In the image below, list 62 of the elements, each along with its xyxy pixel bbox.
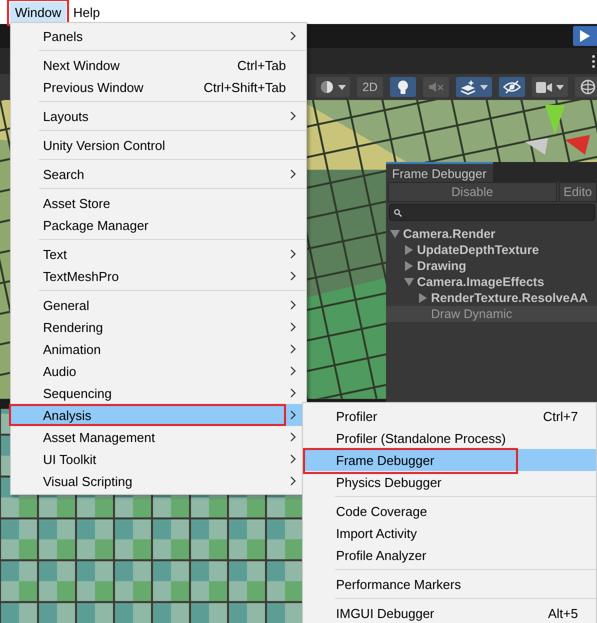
menu-item[interactable]: Import Activity (303, 522, 596, 544)
play-button[interactable] (573, 26, 597, 46)
muted-speaker-icon (428, 81, 444, 93)
shortcut-label: Ctrl+7 (542, 408, 578, 424)
lighting-toggle[interactable] (390, 77, 416, 97)
menu-item[interactable]: Frame Debugger (303, 449, 596, 471)
menu-item[interactable]: Package Manager (11, 214, 306, 236)
shortcut-label: Alt+5 (548, 606, 578, 620)
editor-button[interactable]: Edito (558, 182, 597, 202)
menu-item[interactable]: Asset Store (11, 192, 306, 214)
tree-row[interactable]: UpdateDepthTexture (386, 242, 597, 258)
menu-item[interactable]: Physics Debugger (303, 471, 596, 493)
visibility-toggle[interactable] (499, 77, 525, 97)
menu-item[interactable]: Code Coverage (303, 500, 596, 522)
menu-item[interactable]: Unity Version Control (11, 134, 306, 156)
search-field[interactable] (389, 204, 595, 221)
gizmos-dropdown[interactable] (575, 77, 597, 97)
tree-row[interactable]: RenderTexture.ResolveAA (386, 290, 597, 306)
effects-dropdown[interactable] (456, 77, 492, 97)
tree-row[interactable]: Camera.ImageEffects (386, 274, 597, 290)
menu-bar-item[interactable]: Help (68, 2, 105, 22)
light-bulb-icon (397, 80, 409, 94)
menu-item[interactable]: Text (11, 243, 306, 265)
caret-icon (480, 84, 488, 90)
menu-item[interactable]: Profile Analyzer (303, 544, 596, 566)
menu-item[interactable]: Profiler (Standalone Process) (303, 427, 596, 449)
menu-item[interactable]: UI Toolkit (11, 448, 306, 470)
shading-dropdown[interactable] (316, 77, 350, 97)
camera-dropdown[interactable] (532, 77, 568, 97)
menu-item[interactable]: Previous Window Ctrl+Shift+Tab (11, 76, 306, 98)
menu-item[interactable]: Asset Management (11, 426, 306, 448)
more-options-icon (592, 54, 595, 68)
caret-icon (338, 84, 346, 90)
menu-item[interactable]: General (11, 294, 306, 316)
menu-item[interactable]: IMGUI Debugger Alt+5 (303, 602, 596, 623)
menu-item[interactable]: Visual Scripting (11, 470, 306, 492)
panel-tab[interactable]: Frame Debugger (386, 162, 492, 182)
audio-toggle[interactable] (423, 77, 449, 97)
menu-item[interactable]: Panels (11, 25, 306, 47)
menu-item[interactable]: TextMeshPro (11, 265, 306, 287)
shortcut-label: Ctrl+Shift+Tab (204, 80, 286, 94)
layers-icon (460, 80, 476, 94)
menu-item[interactable]: Layouts (11, 105, 306, 127)
mode-2d-button[interactable]: 2D (357, 77, 383, 97)
menu-item[interactable]: Search (11, 163, 306, 185)
tree-row[interactable]: Camera.Render (386, 226, 597, 242)
tree-row[interactable]: Drawing (386, 258, 597, 274)
video-camera-icon (536, 82, 552, 92)
globe-icon (580, 79, 596, 95)
sphere-icon (320, 80, 334, 94)
menu-item[interactable]: Performance Markers (303, 573, 596, 595)
menu-item[interactable]: Profiler Ctrl+7 (303, 405, 596, 427)
menu-item[interactable]: Audio (11, 360, 306, 382)
menu-item[interactable]: Animation (11, 338, 306, 360)
search-icon (394, 208, 402, 216)
hidden-eye-icon (503, 80, 521, 94)
caret-icon (556, 84, 564, 90)
menu-item[interactable]: Rendering (11, 316, 306, 338)
disable-button[interactable]: Disable (388, 182, 556, 202)
play-icon (580, 30, 590, 42)
menu-item[interactable]: Sequencing (11, 382, 306, 404)
shortcut-label: Ctrl+Tab (237, 58, 286, 72)
